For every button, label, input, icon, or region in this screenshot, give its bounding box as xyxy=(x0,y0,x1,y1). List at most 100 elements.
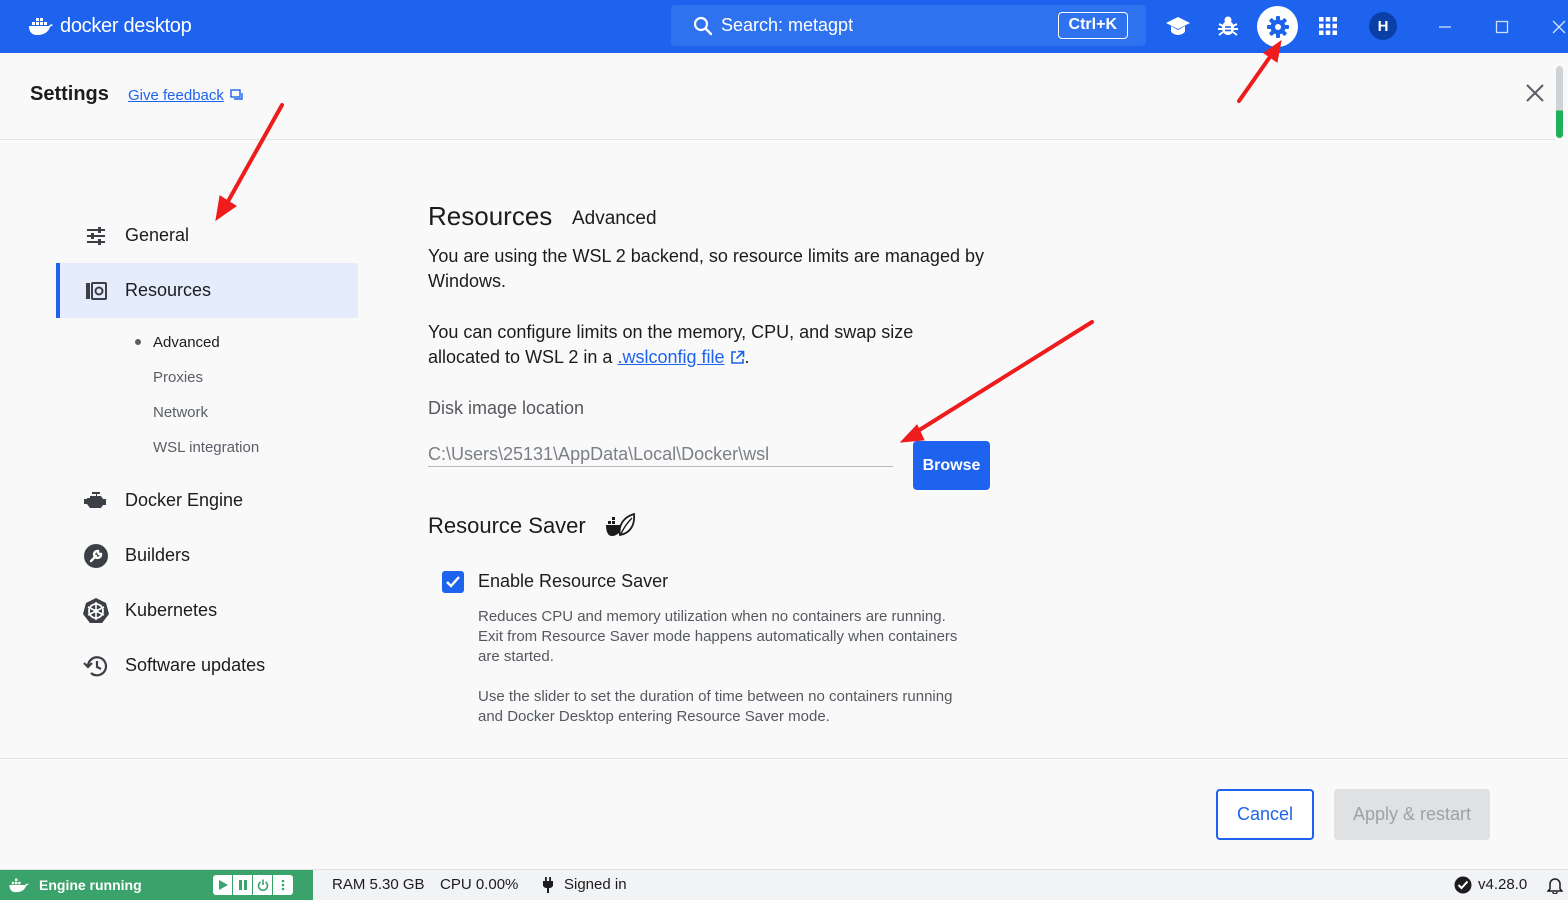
play-icon xyxy=(218,880,228,890)
search-text: Search: metagpt xyxy=(721,15,854,35)
scrollbar[interactable] xyxy=(1556,66,1563,138)
sidebar-item-label: Docker Engine xyxy=(125,490,244,510)
sidebar-item-resources[interactable]: Resources xyxy=(56,263,358,318)
signed-in-status[interactable]: Signed in xyxy=(564,876,627,893)
wslconfig-link[interactable]: .wslconfig file xyxy=(617,347,724,367)
extensions-grid-icon xyxy=(1319,17,1337,35)
annotation-arrow xyxy=(224,103,284,207)
section-subtitle: Advanced xyxy=(572,208,657,229)
feedback-icon xyxy=(230,89,243,100)
learning-center-icon xyxy=(1166,17,1190,35)
resource-saver-leaf-icon xyxy=(606,512,636,537)
check-circle-icon xyxy=(1454,876,1472,894)
section-title: Resources xyxy=(428,201,553,231)
sliders-icon xyxy=(82,222,110,250)
cancel-button[interactable]: Cancel xyxy=(1216,789,1314,840)
wsl-backend-note: You are using the WSL 2 backend, so reso… xyxy=(428,244,1008,294)
config-note-line: You can configure limits on the memory, … xyxy=(428,322,914,342)
description-line: Reduces CPU and memory utilization when … xyxy=(478,608,946,625)
close-settings-button[interactable] xyxy=(1522,80,1548,106)
cpu-usage: CPU 0.00% xyxy=(440,876,519,893)
sidebar-subitem-proxies[interactable]: Proxies xyxy=(153,369,203,386)
maximize-icon xyxy=(1495,20,1509,34)
power-engine-button[interactable] xyxy=(253,875,273,895)
resource-saver-description: Reduces CPU and memory utilization when … xyxy=(478,607,998,667)
sidebar-subitem-wsl-integration[interactable]: WSL integration xyxy=(153,439,259,456)
sidebar-item-label: General xyxy=(125,225,190,245)
notifications-bell-icon[interactable] xyxy=(1547,876,1563,894)
close-icon xyxy=(1552,20,1566,34)
extensions-button[interactable] xyxy=(1314,12,1342,40)
power-icon xyxy=(257,879,268,891)
close-window-button[interactable] xyxy=(1546,14,1568,40)
maximize-button[interactable] xyxy=(1489,14,1515,40)
troubleshoot-button[interactable] xyxy=(1214,12,1242,40)
bug-icon xyxy=(1218,16,1238,36)
disk-image-label: Disk image location xyxy=(428,398,585,418)
description-line: Exit from Resource Saver mode happens au… xyxy=(478,628,958,645)
sidebar-item-label: Resources xyxy=(125,280,212,300)
search-bar[interactable]: Search: metagpt Ctrl+K xyxy=(671,5,1146,46)
disk-image-path-field[interactable] xyxy=(428,442,893,467)
minimize-icon xyxy=(1439,26,1451,28)
history-icon xyxy=(82,652,110,680)
close-icon xyxy=(1526,84,1544,102)
external-link-icon xyxy=(730,350,744,364)
pause-engine-button[interactable] xyxy=(233,875,253,895)
sidebar-item-software-updates[interactable]: Software updates xyxy=(56,638,358,693)
sidebar-item-label: Builders xyxy=(125,545,191,565)
search-shortcut: Ctrl+K xyxy=(1057,12,1128,39)
plug-icon xyxy=(543,877,553,893)
learning-center-button[interactable] xyxy=(1164,12,1192,40)
avatar[interactable]: H xyxy=(1369,12,1397,40)
sidebar-item-builders[interactable]: Builders xyxy=(56,528,358,583)
sidebar-subitem-advanced[interactable]: Advanced xyxy=(153,334,220,351)
docker-logo[interactable]: docker desktop xyxy=(28,10,192,42)
give-feedback-link[interactable]: Give feedback xyxy=(128,87,244,104)
give-feedback-label: Give feedback xyxy=(128,87,224,104)
engine-controls xyxy=(213,875,293,895)
annotation-arrow xyxy=(1237,52,1274,103)
engine-icon xyxy=(82,487,110,515)
app-name: docker desktop xyxy=(60,14,192,37)
sidebar-subitem-network[interactable]: Network xyxy=(153,404,208,421)
sidebar-item-general[interactable]: General xyxy=(56,208,358,263)
more-options-button[interactable] xyxy=(273,875,293,895)
minimize-button[interactable] xyxy=(1432,14,1458,40)
engine-status-label: Engine running xyxy=(39,877,142,893)
active-bullet xyxy=(135,339,141,345)
wsl-note-line: You are using the WSL 2 backend, so reso… xyxy=(428,246,984,266)
page-title: Settings xyxy=(30,83,109,105)
docker-whale-icon xyxy=(9,878,29,893)
sidebar-item-docker-engine[interactable]: Docker Engine xyxy=(56,473,358,528)
config-note-suffix: . xyxy=(744,347,750,367)
helm-icon xyxy=(82,597,110,625)
docker-whale-icon xyxy=(29,18,53,35)
start-engine-button[interactable] xyxy=(213,875,233,895)
description-line: Use the slider to set the duration of ti… xyxy=(478,688,953,705)
kebab-menu-icon xyxy=(281,879,285,891)
description-line: and Docker Desktop entering Resource Sav… xyxy=(478,708,830,725)
apply-restart-button[interactable]: Apply & restart xyxy=(1334,789,1490,840)
wsl-note-line: Windows. xyxy=(428,271,507,291)
wrench-icon xyxy=(82,542,110,570)
browse-button[interactable]: Browse xyxy=(913,441,990,490)
config-note-prefix: allocated to WSL 2 in a xyxy=(428,347,618,367)
divider xyxy=(0,758,1568,759)
search-icon xyxy=(693,16,713,35)
sidebar-item-label: Kubernetes xyxy=(125,600,218,620)
checkmark-icon xyxy=(446,576,460,588)
sidebar-item-label: Software updates xyxy=(125,655,266,675)
wslconfig-note: You can configure limits on the memory, … xyxy=(428,320,1008,370)
gear-icon xyxy=(1266,15,1289,38)
version-label: v4.28.0 xyxy=(1478,876,1528,893)
enable-resource-saver-checkbox[interactable] xyxy=(442,571,464,593)
enable-resource-saver-label[interactable]: Enable Resource Saver xyxy=(478,571,668,592)
engine-status[interactable]: Engine running xyxy=(0,870,313,900)
resource-saver-title: Resource Saver xyxy=(428,513,586,538)
annotation-arrowhead xyxy=(899,424,925,443)
config-note-line: allocated to WSL 2 in a .wslconfig file … xyxy=(428,345,1008,370)
resources-icon xyxy=(82,277,110,305)
sidebar-item-kubernetes[interactable]: Kubernetes xyxy=(56,583,358,638)
settings-button[interactable] xyxy=(1257,6,1298,47)
